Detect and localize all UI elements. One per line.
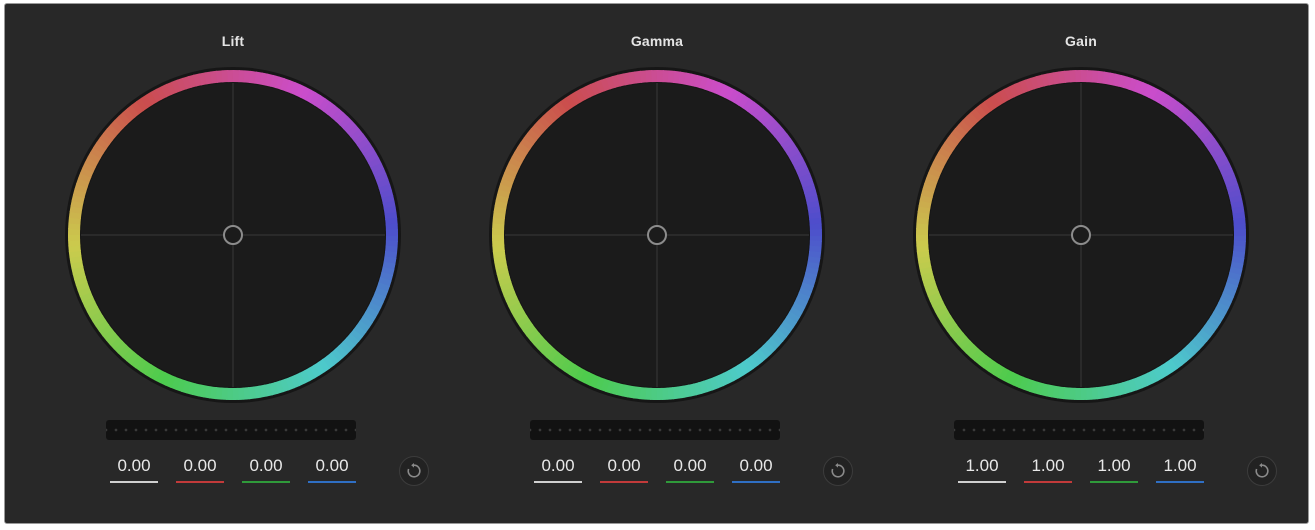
lift-reset-button[interactable] [399,456,429,486]
gain-red-value[interactable]: 1.00 [1024,456,1072,483]
wheel-group-lift: Lift 0.00 0.00 0.00 0.00 [33,4,433,525]
color-wheel-gain[interactable] [913,62,1249,408]
gain-blue-value[interactable]: 1.00 [1156,456,1204,483]
gain-master-value[interactable]: 1.00 [958,456,1006,483]
reset-icon [407,463,421,478]
gain-reset-button[interactable] [1247,456,1277,486]
master-wheel-gamma[interactable] [530,420,780,440]
color-wheel-lift[interactable] [65,62,401,408]
lift-red-value[interactable]: 0.00 [176,456,224,483]
color-wheel-gamma[interactable] [489,62,825,408]
wheel-center-handle [647,225,667,245]
wheel-title-gamma: Gamma [630,33,684,49]
gamma-master-value[interactable]: 0.00 [534,456,582,483]
master-wheel-lift[interactable] [106,420,356,440]
gamma-reset-button[interactable] [823,456,853,486]
value-row-gamma: 0.00 0.00 0.00 0.00 [457,456,857,496]
wheel-group-gain: Gain 1.00 1.00 1.00 1.00 [881,4,1281,525]
wheel-center-handle [1071,225,1091,245]
value-row-gain: 1.00 1.00 1.00 1.00 [881,456,1281,496]
master-wheel-gain[interactable] [954,420,1204,440]
wheel-title-lift: Lift [221,33,245,49]
lift-blue-value[interactable]: 0.00 [308,456,356,483]
gamma-green-value[interactable]: 0.00 [666,456,714,483]
wheel-center-handle [223,225,243,245]
reset-icon [1255,463,1269,478]
color-wheels-panel: Lift 0.00 0.00 0.00 0.00 Gamma 0.00 0.00… [4,3,1309,524]
lift-master-value[interactable]: 0.00 [110,456,158,483]
wheel-group-gamma: Gamma 0.00 0.00 0.00 0.00 [457,4,857,525]
lift-green-value[interactable]: 0.00 [242,456,290,483]
gain-green-value[interactable]: 1.00 [1090,456,1138,483]
value-row-lift: 0.00 0.00 0.00 0.00 [33,456,433,496]
gamma-red-value[interactable]: 0.00 [600,456,648,483]
wheel-title-gain: Gain [1065,33,1097,49]
gamma-blue-value[interactable]: 0.00 [732,456,780,483]
reset-icon [831,463,845,478]
